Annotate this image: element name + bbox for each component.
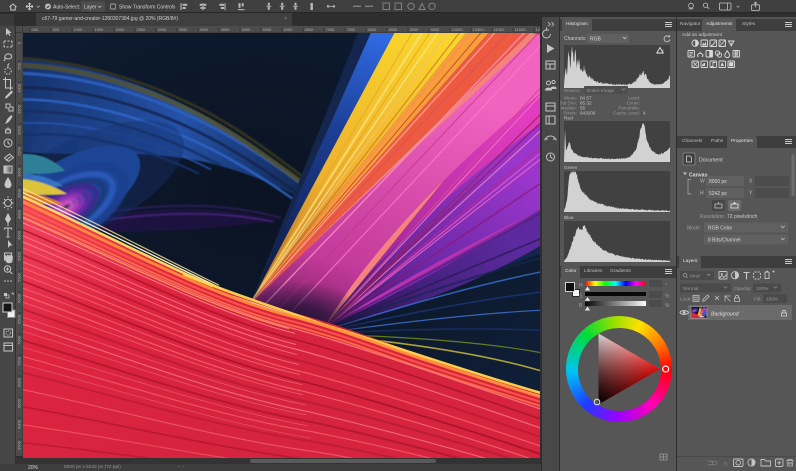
svg-text:Kind: Kind [690, 274, 700, 280]
svg-text:Y: Y [749, 191, 753, 197]
svg-text:Entire Image: Entire Image [587, 88, 615, 94]
svg-text:9000: 9000 [17, 419, 22, 429]
svg-text:3500: 3500 [17, 188, 22, 198]
svg-text:Mode:: Mode: [687, 226, 701, 232]
svg-text:4000: 4000 [200, 27, 210, 32]
svg-text:!: ! [662, 49, 663, 54]
svg-text:8000: 8000 [17, 377, 22, 387]
svg-text:8000 px: 8000 px [709, 179, 727, 185]
svg-text:6000: 6000 [17, 293, 22, 303]
svg-text:6500: 6500 [17, 314, 22, 324]
svg-text:Normal: Normal [683, 286, 698, 292]
svg-text:9000: 9000 [410, 27, 420, 32]
svg-text:1000: 1000 [74, 27, 84, 32]
svg-text:8000: 8000 [368, 27, 378, 32]
svg-text:6500: 6500 [305, 27, 315, 32]
svg-text:Source:: Source: [564, 88, 581, 94]
svg-text:8500: 8500 [389, 27, 399, 32]
svg-text:Red: Red [564, 116, 573, 122]
svg-text:9500: 9500 [17, 440, 22, 450]
svg-text:2500: 2500 [17, 146, 22, 156]
svg-text:Fill:: Fill: [754, 297, 761, 303]
svg-text:Lock:: Lock: [680, 297, 691, 303]
svg-text:10000: 10000 [452, 27, 464, 32]
svg-text:7000: 7000 [17, 335, 22, 345]
svg-text:7500: 7500 [17, 356, 22, 366]
svg-text:3500: 3500 [179, 27, 189, 32]
svg-text:Blue: Blue [564, 215, 574, 221]
svg-text:RGB: RGB [590, 37, 602, 43]
svg-text:9500: 9500 [431, 27, 441, 32]
svg-text:H: H [700, 191, 704, 197]
svg-text:8500: 8500 [17, 398, 22, 408]
svg-text:5000: 5000 [17, 251, 22, 261]
svg-text:72 pixels/inch: 72 pixels/inch [727, 214, 758, 220]
svg-text:5500: 5500 [263, 27, 273, 32]
svg-text:2500: 2500 [137, 27, 147, 32]
svg-text:Document: Document [699, 158, 723, 164]
svg-text:8 Bits/Channel: 8 Bits/Channel [708, 238, 741, 244]
svg-text:Opacity:: Opacity: [734, 286, 752, 292]
svg-text:11000: 11000 [494, 27, 506, 32]
svg-text:643200: 643200 [580, 111, 596, 116]
svg-text:X: X [749, 179, 753, 185]
svg-text:Auto-Select:: Auto-Select: [53, 4, 80, 10]
svg-text:3000: 3000 [158, 27, 168, 32]
svg-text:100%: 100% [756, 286, 769, 292]
svg-text:5500: 5500 [17, 272, 22, 282]
svg-text:100%: 100% [766, 297, 779, 303]
svg-text:5242 px: 5242 px [709, 191, 727, 197]
svg-text:Pixels:: Pixels: [563, 111, 577, 116]
svg-text:3000: 3000 [17, 167, 22, 177]
svg-text:6000: 6000 [284, 27, 294, 32]
svg-text:Green: Green [564, 165, 578, 171]
svg-text:7500: 7500 [347, 27, 357, 32]
svg-text:4000: 4000 [17, 209, 22, 219]
svg-text:5000: 5000 [242, 27, 252, 32]
svg-text:500: 500 [17, 62, 22, 69]
svg-text:1500: 1500 [95, 27, 105, 32]
svg-text:4500: 4500 [17, 230, 22, 240]
svg-text:Layer: Layer [84, 4, 97, 10]
svg-text:7000: 7000 [326, 27, 336, 32]
svg-text:4: 4 [643, 111, 646, 116]
svg-text:1500: 1500 [17, 104, 22, 114]
svg-text:Channels:: Channels: [564, 36, 587, 42]
svg-text:RGB Color: RGB Color [708, 226, 733, 232]
svg-text:W: W [700, 179, 705, 185]
svg-text:1000: 1000 [17, 83, 22, 93]
svg-text:Cache Level:: Cache Level: [613, 111, 640, 116]
svg-text:4500: 4500 [221, 27, 231, 32]
svg-text:Canvas: Canvas [689, 173, 708, 179]
svg-text:2000: 2000 [116, 27, 126, 32]
svg-text:Background: Background [711, 312, 740, 318]
svg-text:fx: fx [724, 462, 729, 468]
svg-text:10500: 10500 [473, 27, 485, 32]
svg-text:11500: 11500 [515, 27, 527, 32]
svg-text:2000: 2000 [17, 125, 22, 135]
svg-text:Resolution:: Resolution: [700, 214, 725, 220]
svg-text:Show Transform Controls: Show Transform Controls [119, 4, 176, 10]
